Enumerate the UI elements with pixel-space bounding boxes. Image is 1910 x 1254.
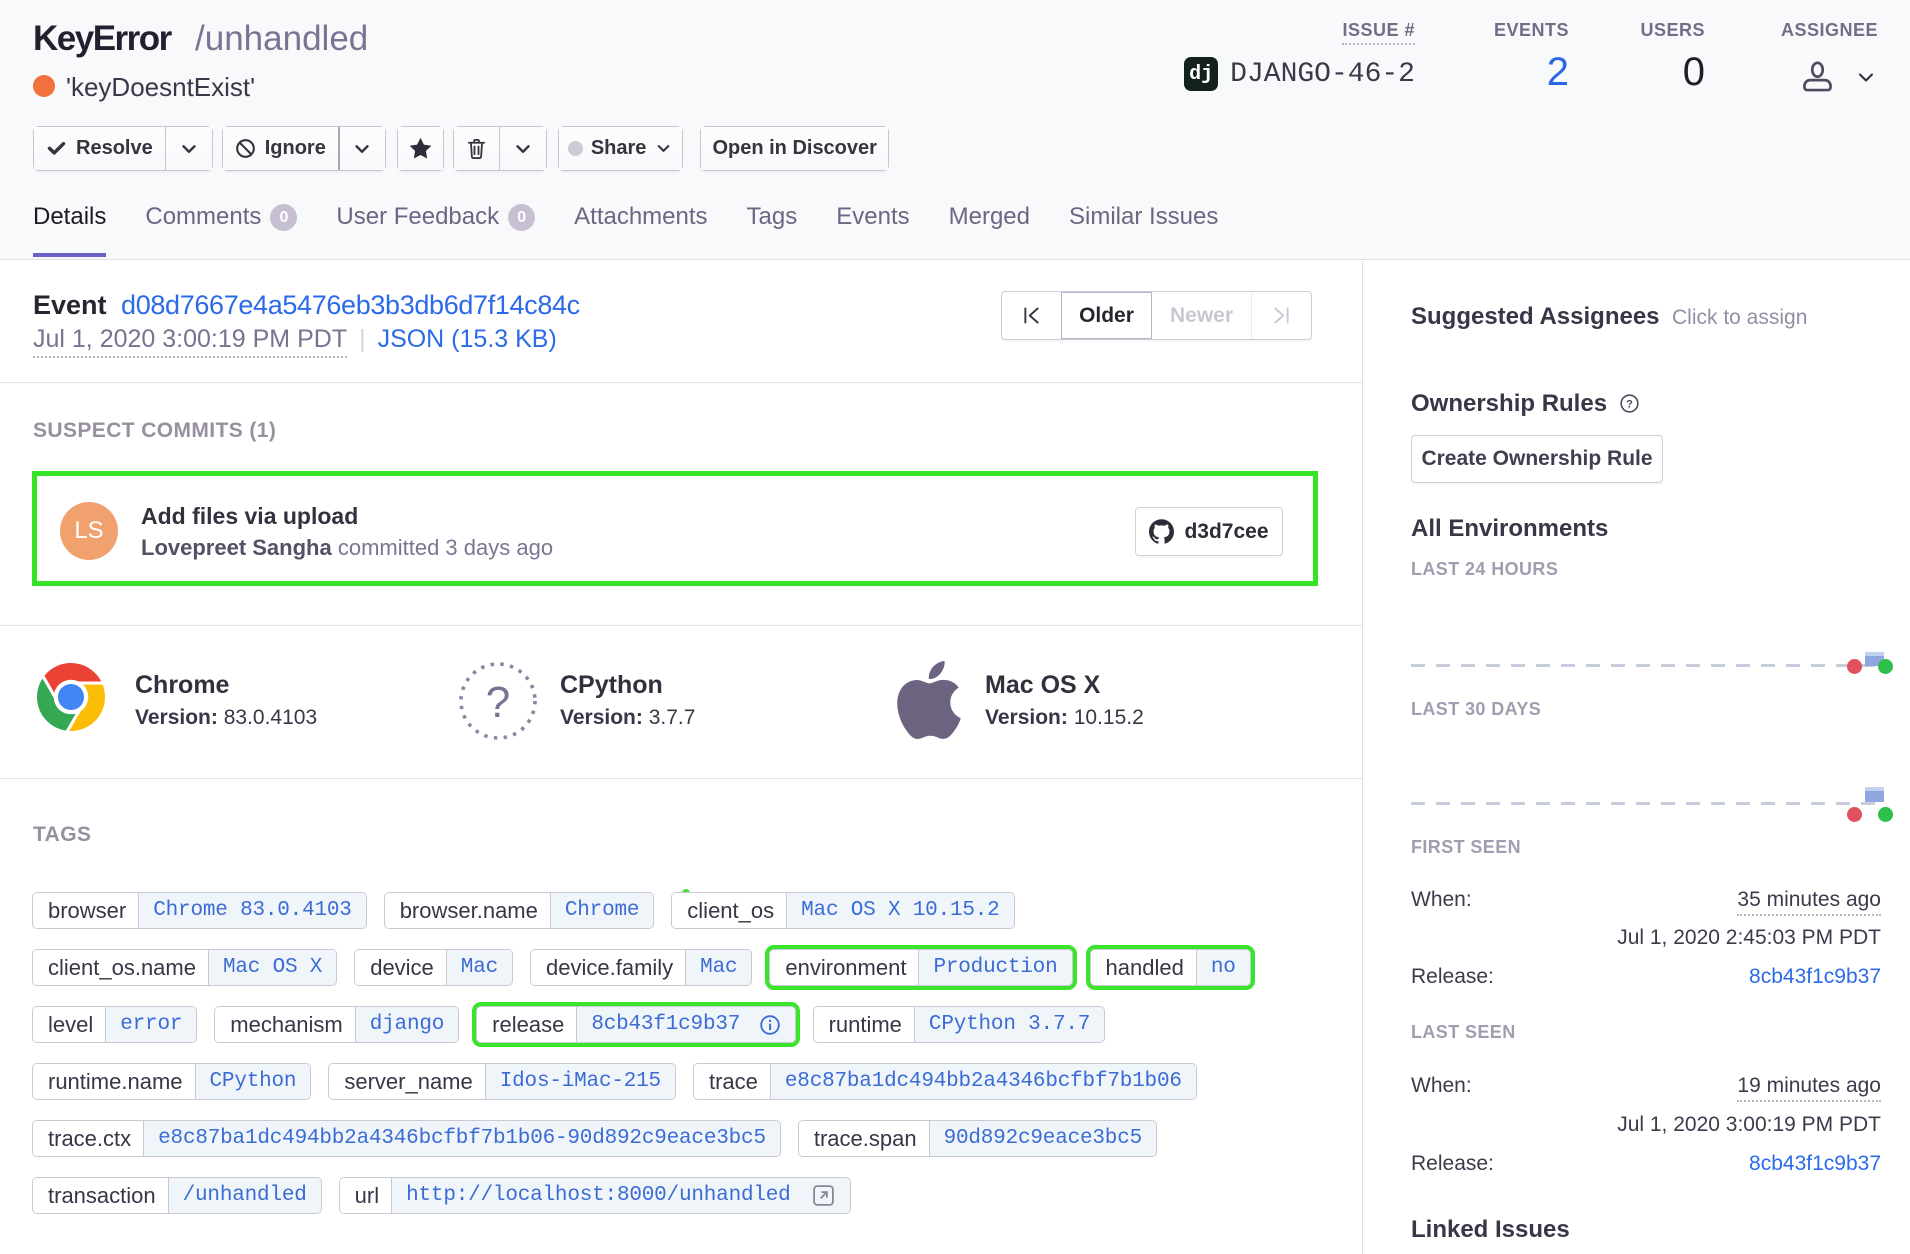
svg-text:?: ? [486, 678, 510, 727]
svg-text:?: ? [1626, 398, 1633, 410]
